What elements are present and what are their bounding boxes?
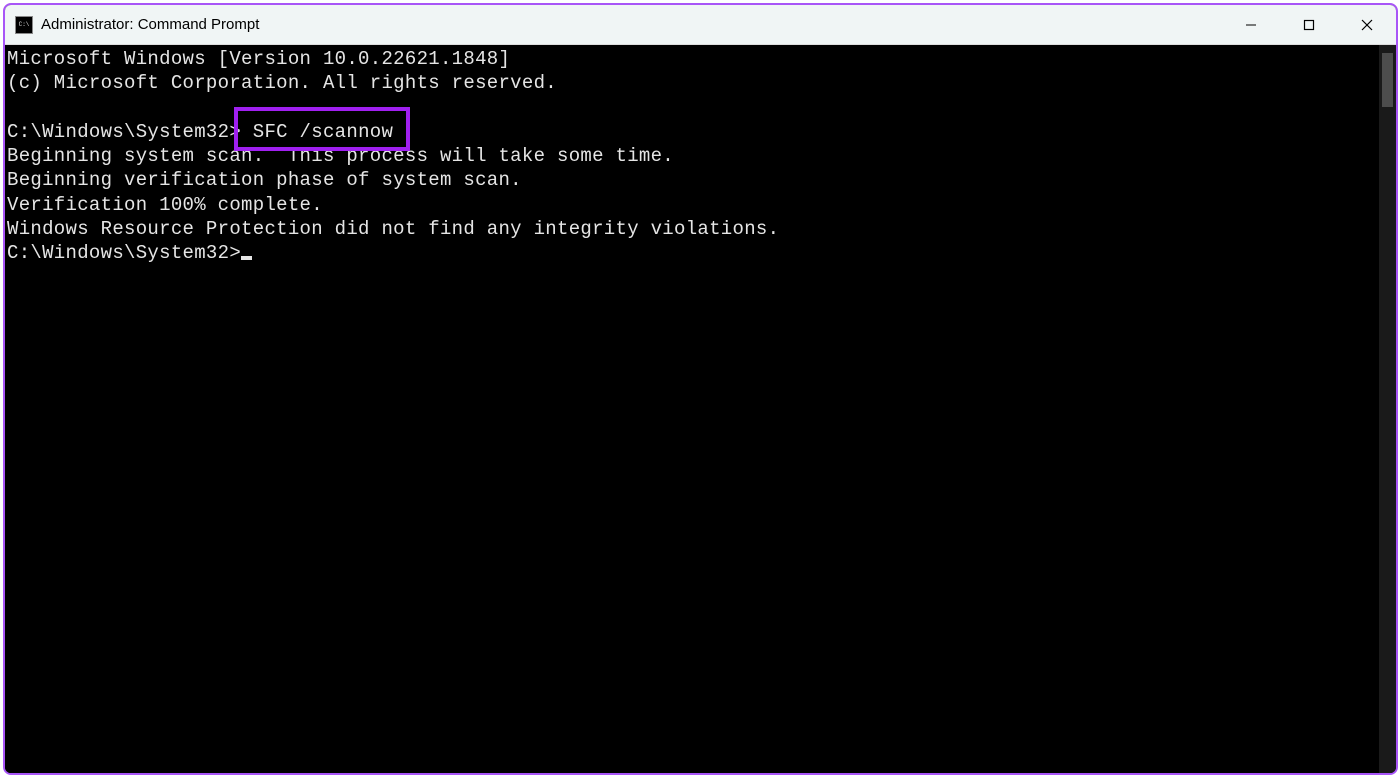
terminal-output[interactable]: Microsoft Windows [Version 10.0.22621.18… [5,45,1379,773]
window-controls [1222,5,1396,44]
output-line: Verification 100% complete. [7,193,1377,217]
command-line-2: C:\Windows\System32> [7,241,1377,265]
prompt-path: C:\Windows\System32> [7,242,241,264]
titlebar[interactable]: Administrator: Command Prompt [5,5,1396,45]
output-line: Windows Resource Protection did not find… [7,217,1377,241]
minimize-icon [1245,19,1257,31]
close-button[interactable] [1338,5,1396,44]
window-title: Administrator: Command Prompt [41,16,1222,33]
terminal-area: Microsoft Windows [Version 10.0.22621.18… [5,45,1396,773]
blank-line [7,96,1377,120]
cursor [241,256,252,260]
minimize-button[interactable] [1222,5,1280,44]
maximize-icon [1303,19,1315,31]
output-line: Beginning system scan. This process will… [7,144,1377,168]
close-icon [1361,19,1373,31]
copyright-line: (c) Microsoft Corporation. All rights re… [7,71,1377,95]
typed-command: SFC /scannow [241,121,405,143]
command-prompt-window: Administrator: Command Prompt Microsoft … [3,3,1398,775]
output-line: Beginning verification phase of system s… [7,168,1377,192]
scrollbar-thumb[interactable] [1382,53,1393,107]
command-line-1: C:\Windows\System32> SFC /scannow [7,120,1377,144]
cmd-icon [15,16,33,34]
prompt-path: C:\Windows\System32> [7,121,241,143]
version-line: Microsoft Windows [Version 10.0.22621.18… [7,47,1377,71]
maximize-button[interactable] [1280,5,1338,44]
scrollbar[interactable] [1379,45,1396,773]
